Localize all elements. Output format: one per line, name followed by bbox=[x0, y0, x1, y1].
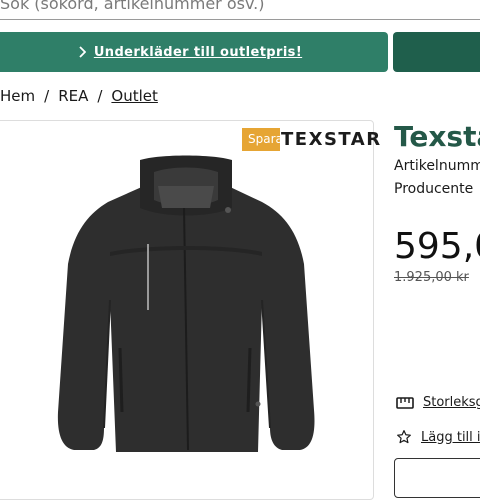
article-number: Artikelnumm bbox=[394, 158, 480, 174]
add-to-wishlist-link[interactable]: Lägg till i bbox=[396, 429, 480, 445]
manufacturer: Producente bbox=[394, 181, 474, 197]
sale-badge: Spara bbox=[242, 128, 280, 151]
chevron-right-icon bbox=[79, 46, 86, 58]
search-input[interactable] bbox=[0, 0, 470, 16]
breadcrumb-link-outlet[interactable]: Outlet bbox=[111, 87, 157, 105]
star-icon bbox=[397, 430, 411, 444]
promo-banner-label: Underkläder till outletpris! bbox=[93, 44, 303, 60]
search-bar bbox=[0, 0, 480, 20]
product-title: Texsta bbox=[394, 120, 480, 153]
original-price: 1.925,00 kr bbox=[394, 270, 469, 285]
breadcrumb-separator: / bbox=[97, 87, 103, 105]
brand-logo: TEXSTAR bbox=[281, 129, 382, 150]
product-image-jacket[interactable] bbox=[48, 152, 318, 456]
breadcrumb-separator: / bbox=[44, 87, 50, 105]
breadcrumb-link-home[interactable]: Hem bbox=[0, 87, 35, 105]
size-guide-label: Storleksg bbox=[423, 395, 480, 410]
breadcrumb: Hem / REA / Outlet bbox=[0, 87, 158, 105]
ruler-icon bbox=[396, 396, 414, 409]
variant-selector[interactable] bbox=[394, 458, 480, 498]
product-price: 595,0 bbox=[394, 226, 480, 267]
wishlist-label: Lägg till i bbox=[421, 429, 480, 445]
secondary-banner-button[interactable] bbox=[393, 32, 480, 72]
promo-banner-button[interactable]: Underkläder till outletpris! bbox=[0, 32, 388, 72]
size-guide-link[interactable]: Storleksg bbox=[396, 395, 480, 410]
breadcrumb-link-rea[interactable]: REA bbox=[58, 87, 88, 105]
